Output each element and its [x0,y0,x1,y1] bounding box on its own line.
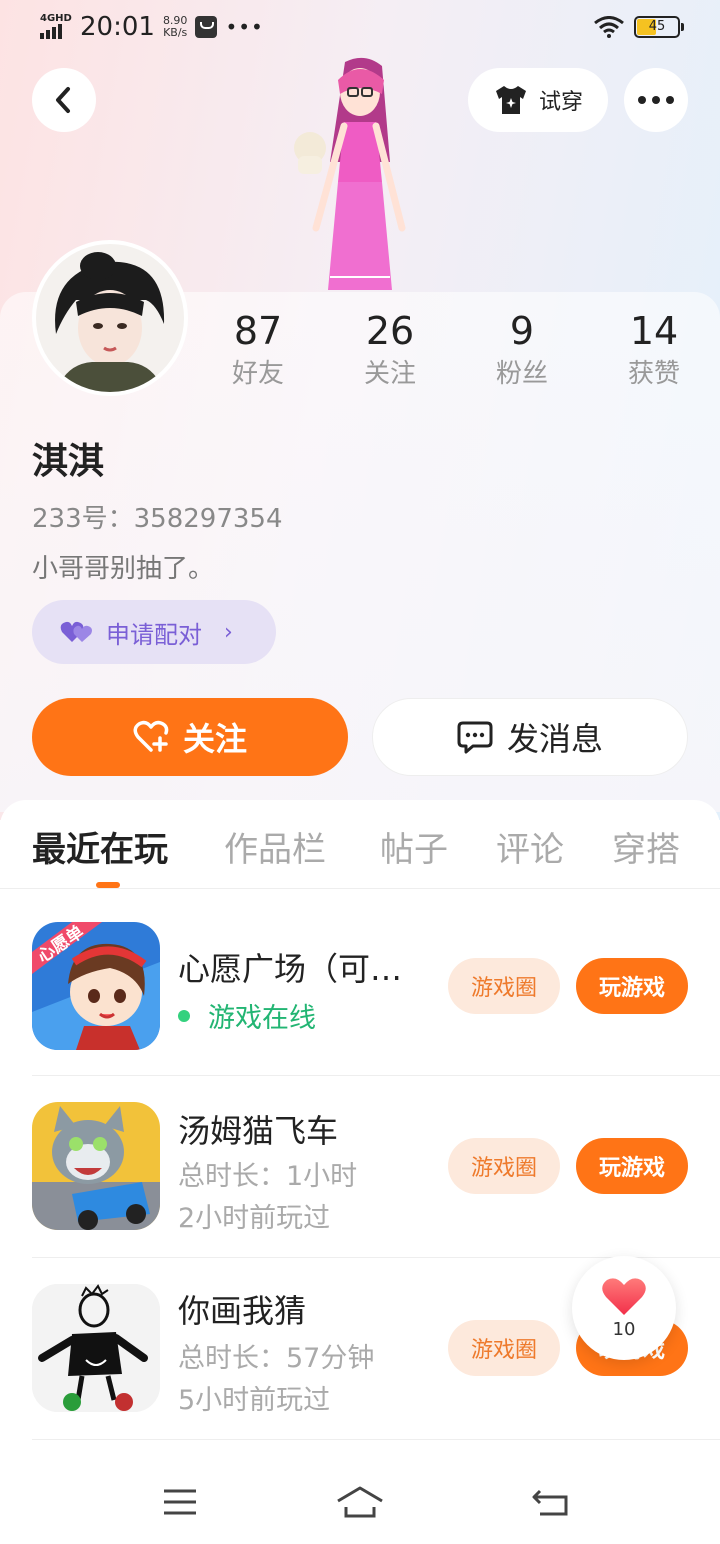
game-name: 你画我猜 [178,1292,307,1330]
signal-icon: 4GHD [40,13,72,41]
play-game-button[interactable]: 玩游戏 [576,1138,688,1194]
clock: 20:01 [80,12,155,42]
wifi-icon [594,16,624,38]
stat-value: 9 [509,309,535,353]
3d-avatar[interactable] [270,52,450,294]
avatar[interactable] [32,240,188,396]
follow-label: 关注 [182,720,247,758]
game-circle-button[interactable]: 游戏圈 [448,1138,560,1194]
play-game-button[interactable]: 玩游戏 [576,958,688,1014]
menu-icon[interactable] [152,1480,208,1524]
chevron-left-icon [56,87,70,113]
stat-value: 26 [365,309,415,353]
like-float-button[interactable]: 10 [572,1256,676,1360]
stat-value: 14 [629,309,679,353]
system-nav-bar [0,1460,720,1544]
heart-plus-icon [133,720,169,752]
battery-level: 45 [648,19,666,34]
list-item[interactable]: 心愿单 心愿广场（可… 游戏在线 游戏圈 玩游戏 [0,894,720,1076]
stat-label: 粉丝 [495,359,548,389]
follow-button[interactable]: 关注 [32,698,348,776]
divider [32,1439,720,1440]
tab-outfits[interactable]: 穿搭 [612,822,680,871]
stat-value: 87 [233,309,283,353]
back-button[interactable] [32,68,96,132]
stat-label: 获赞 [627,359,680,389]
list-item[interactable]: 汤姆猫飞车 总时长：1小时 2小时前玩过 游戏圈 玩游戏 [0,1076,720,1258]
game-icon-tom-cat-racing[interactable] [32,1102,160,1230]
game-icon-draw-guess[interactable] [32,1284,160,1412]
home-icon[interactable] [332,1480,388,1524]
message-label: 发消息 [506,720,603,758]
battery-icon: 45 [634,16,684,38]
user-id: 233号：358297354 [32,504,283,534]
message-icon [195,16,218,38]
tab-recently-played[interactable]: 最近在玩 [32,822,168,871]
network-speed: 8.90 KB/s [162,14,188,39]
game-online-status: 游戏在线 [178,996,316,1035]
stat-friends[interactable]: 87 好友 [192,308,324,394]
online-dot-icon [178,1009,190,1022]
last-played: 2小时前玩过 [178,1203,331,1234]
chevron-right-icon: › [224,619,233,645]
tab-comments[interactable]: 评论 [496,822,564,871]
stat-label: 好友 [231,359,284,389]
stat-likes[interactable]: 14 获赞 [588,308,720,394]
play-duration: 总时长：57分钟 [178,1343,375,1374]
status-bar: 4GHD 20:01 8.90 KB/s ••• 45 [0,0,720,56]
back-icon[interactable] [522,1480,578,1524]
bio: 小哥哥别抽了。 [32,554,215,584]
more-dots-icon [638,96,674,104]
heart-icon [602,1277,646,1315]
like-count: 10 [612,1318,636,1340]
try-on-button[interactable]: 试穿 [468,68,608,132]
more-dots-icon: ••• [225,15,264,39]
tab-bar: 最近在玩 作品栏 帖子 评论 穿搭 [0,822,720,890]
play-duration: 总时长：1小时 [178,1161,358,1192]
tab-posts[interactable]: 帖子 [380,822,448,871]
username: 淇淇 [32,441,105,482]
try-on-label: 试穿 [538,90,583,115]
double-heart-icon [60,621,92,642]
game-icon-wish-square[interactable]: 心愿单 [32,922,160,1050]
stat-following[interactable]: 26 关注 [324,308,456,394]
chat-bubble-icon [457,721,493,754]
request-pair-button[interactable]: 申请配对 › [32,600,276,664]
game-circle-button[interactable]: 游戏圈 [448,958,560,1014]
network-type: 4GHD [40,13,72,24]
game-name: 汤姆猫飞车 [178,1112,339,1150]
last-played: 5小时前玩过 [178,1385,331,1416]
tshirt-icon [495,86,526,114]
stats-row: 87 好友 26 关注 9 粉丝 14 获赞 [192,308,720,394]
tab-works[interactable]: 作品栏 [224,822,326,871]
pair-label: 申请配对 [106,620,202,649]
divider [0,888,720,889]
game-name: 心愿广场（可… [178,950,403,988]
more-button[interactable] [624,68,688,132]
send-message-button[interactable]: 发消息 [372,698,688,776]
game-circle-button[interactable]: 游戏圈 [448,1320,560,1376]
stat-fans[interactable]: 9 粉丝 [456,308,588,394]
stat-label: 关注 [363,359,416,389]
